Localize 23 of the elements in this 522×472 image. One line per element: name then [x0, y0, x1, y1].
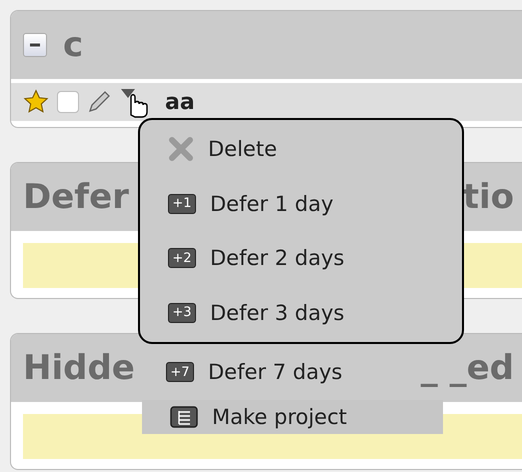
menu-item[interactable]: Make project — [142, 400, 443, 434]
defer-badge: +1 — [168, 194, 196, 214]
collapse-button[interactable] — [23, 33, 47, 57]
checkbox[interactable] — [57, 91, 79, 113]
list-icon — [170, 406, 198, 428]
defer-badge: +3 — [168, 302, 196, 323]
task-name[interactable]: aa — [165, 90, 195, 114]
menu-item[interactable]: Delete — [140, 122, 287, 176]
section-title: c — [63, 25, 84, 65]
section-title: Hidde — [23, 348, 135, 388]
menu-item[interactable]: +7 Defer 7 days — [138, 344, 352, 400]
defer-badge: +2 — [168, 248, 196, 268]
menu-item[interactable]: +1 Defer 1 day — [140, 176, 344, 231]
menu-item[interactable]: +2 Defer 2 days — [140, 231, 354, 286]
close-icon — [168, 136, 194, 162]
section-title: tio — [462, 177, 514, 217]
section-title: _ _ed — [420, 348, 514, 388]
pencil-icon[interactable] — [87, 90, 111, 114]
star-icon[interactable] — [23, 89, 49, 115]
section-title: Defer — [23, 177, 129, 217]
task-row[interactable]: aa — [11, 83, 522, 121]
defer-badge: +7 — [166, 362, 194, 382]
menu-item[interactable]: +3 Defer 3 days — [140, 286, 354, 340]
